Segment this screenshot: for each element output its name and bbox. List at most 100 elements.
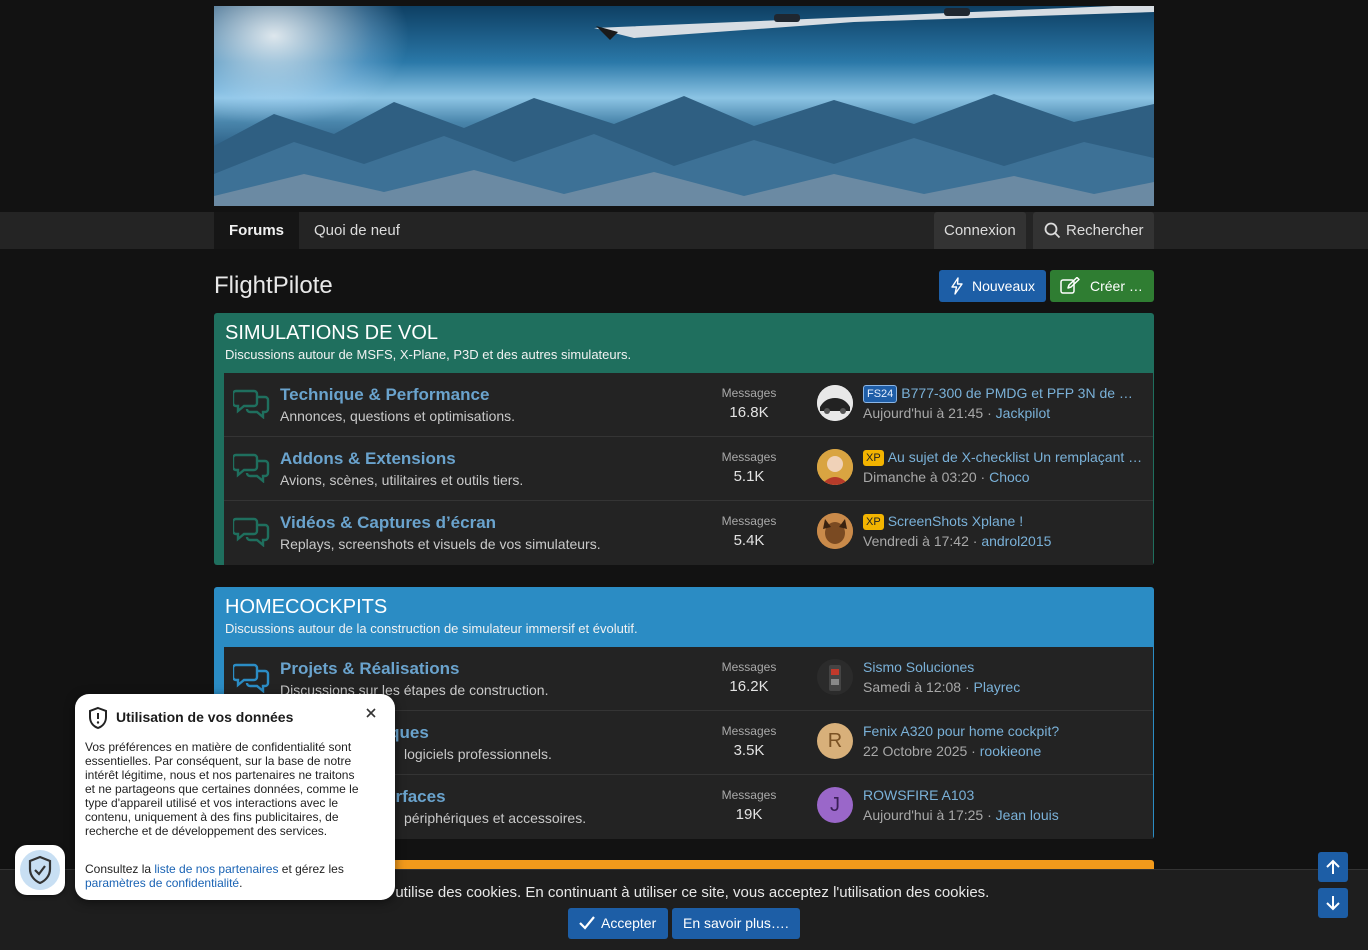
person-avatar-image [817,449,853,485]
last-thread-title: B777-300 de PMDG et PFP 3N de … [901,385,1133,401]
forum-description: logiciels professionnels. [404,746,552,762]
prefix-badge: FS24 [863,385,898,403]
category-title[interactable]: HOMECOCKPITS [225,596,1143,619]
stat-label: Messages [721,788,777,802]
privacy-foot-middle: et gérez les [278,862,344,876]
bolt-icon [951,277,963,295]
category-simulations: SIMULATIONS DE VOL Discussions autour de… [214,313,1154,565]
scroll-top-button[interactable] [1318,852,1348,882]
stat-label: Messages [721,450,777,464]
last-post-meta: Dimanche à 03:20 · Choco [863,469,1030,485]
last-post-date: Aujourd'hui à 21:45 [863,405,984,421]
last-thread-link[interactable]: XP ScreenShots Xplane ! [863,513,1147,530]
last-thread-link[interactable]: FS24 B777-300 de PMDG et PFP 3N de … [863,385,1147,403]
privacy-settings-button[interactable] [15,845,65,895]
last-post-meta: Aujourd'hui à 17:25 · Jean louis [863,807,1059,823]
last-thread-title: ScreenShots Xplane ! [887,513,1024,529]
privacy-body: Vos préférences en matière de confidenti… [85,740,359,838]
category-title[interactable]: SIMULATIONS DE VOL [225,322,1143,345]
avatar[interactable] [817,513,853,549]
tab-forums[interactable]: Forums [214,212,300,249]
last-post-meta: Aujourd'hui à 21:45 · Jackpilot [863,405,1051,421]
forum-description: Avions, scènes, utilitaires et outils ti… [280,472,524,488]
accept-label: Accepter [601,915,657,931]
close-icon[interactable] [363,705,379,721]
banner-image [214,6,1154,206]
last-post-user[interactable]: Choco [989,469,1029,485]
forum-title[interactable]: Projets & Réalisations [280,659,460,679]
last-post-user[interactable]: Playrec [974,679,1021,695]
privacy-settings-link[interactable]: paramètres de confidentialité [85,876,239,890]
privacy-popup: Utilisation de vos données Vos préférenc… [75,694,395,900]
privacy-foot-prefix: Consultez la [85,862,155,876]
last-post-meta: 22 Octobre 2025 · rookieone [863,743,1042,759]
avatar[interactable] [817,449,853,485]
tab-whats-new[interactable]: Quoi de neuf [299,212,415,249]
message-count: 5.4K [733,532,765,549]
comments-icon [233,453,270,483]
stat-label: Messages [721,660,777,674]
stat-label: Messages [721,386,777,400]
comments-icon [233,517,270,547]
last-thread-title[interactable]: Fenix A320 pour home cockpit? [863,723,1147,739]
forum-node: Addons & Extensions Avions, scènes, util… [224,437,1153,501]
last-post-user[interactable]: Jean louis [996,807,1059,823]
last-post-date: Dimanche à 03:20 [863,469,977,485]
last-post-date: Vendredi à 17:42 [863,533,969,549]
comments-icon [233,389,270,419]
dog-avatar-image [817,513,853,549]
partners-link[interactable]: liste de nos partenaires [154,862,278,876]
message-count: 3.5K [733,742,765,759]
check-icon [579,916,595,930]
last-post-user[interactable]: androl2015 [981,533,1051,549]
prefix-badge: XP [863,450,884,466]
forum-node: Technique & Performance Annonces, questi… [224,373,1153,437]
last-post-date: Aujourd'hui à 17:25 [863,807,984,823]
forum-node: Vidéos & Captures d’écran Replays, scree… [224,501,1153,565]
scroll-bottom-button[interactable] [1318,888,1348,918]
new-posts-label: Nouveaux [972,278,1036,294]
forum-description: Replays, screenshots et visuels de vos s… [280,536,601,552]
avatar[interactable] [817,659,853,695]
forum-title[interactable]: Addons & Extensions [280,449,456,469]
forum-description: périphériques et accessoires. [404,810,587,826]
last-post-date: 22 Octobre 2025 [863,743,968,759]
message-count: 5.1K [733,468,765,485]
avatar[interactable]: R [817,723,853,759]
category-description: Discussions autour de MSFS, X-Plane, P3D… [225,347,632,362]
comments-icon [233,663,270,693]
last-thread-title[interactable]: ROWSFIRE A103 [863,787,1147,803]
car-avatar-image [817,385,853,421]
forum-description: Annonces, questions et optimisations. [280,408,516,424]
shield-check-icon [28,855,52,885]
edit-icon [1060,277,1080,294]
forum-list: Technique & Performance Annonces, questi… [219,373,1153,565]
search-button[interactable]: Rechercher [1033,212,1154,249]
last-post-user[interactable]: rookieone [980,743,1042,759]
privacy-title: Utilisation de vos données [116,709,294,725]
last-thread-link[interactable]: XP Au sujet de X-checklist Un remplaçant … [863,449,1147,466]
last-post-meta: Vendredi à 17:42 · androl2015 [863,533,1052,549]
stat-label: Messages [721,724,777,738]
last-post-date: Samedi à 12:08 [863,679,962,695]
panel-avatar-image [817,659,853,695]
page-title: FlightPilote [214,272,333,299]
site-banner[interactable] [214,6,1154,206]
last-post-user[interactable]: Jackpilot [996,405,1050,421]
stat-label: Messages [721,514,777,528]
forum-title[interactable]: Vidéos & Captures d’écran [280,513,496,533]
forum-title[interactable]: Technique & Performance [280,385,489,405]
arrow-down-icon [1326,896,1340,911]
learn-more-button[interactable]: En savoir plus…. [672,908,800,939]
new-posts-button[interactable]: Nouveaux [939,270,1046,302]
last-thread-title: Au sujet de X-checklist Un remplaçant … [887,449,1143,465]
create-thread-button[interactable]: Créer … [1050,270,1154,302]
avatar[interactable] [817,385,853,421]
accept-cookies-button[interactable]: Accepter [568,908,668,939]
avatar[interactable]: J [817,787,853,823]
message-count: 19K [735,806,763,823]
last-thread-title[interactable]: Sismo Soluciones [863,659,1147,675]
login-button[interactable]: Connexion [934,212,1026,249]
search-label: Rechercher [1066,222,1144,239]
category-description: Discussions autour de la construction de… [225,621,638,636]
